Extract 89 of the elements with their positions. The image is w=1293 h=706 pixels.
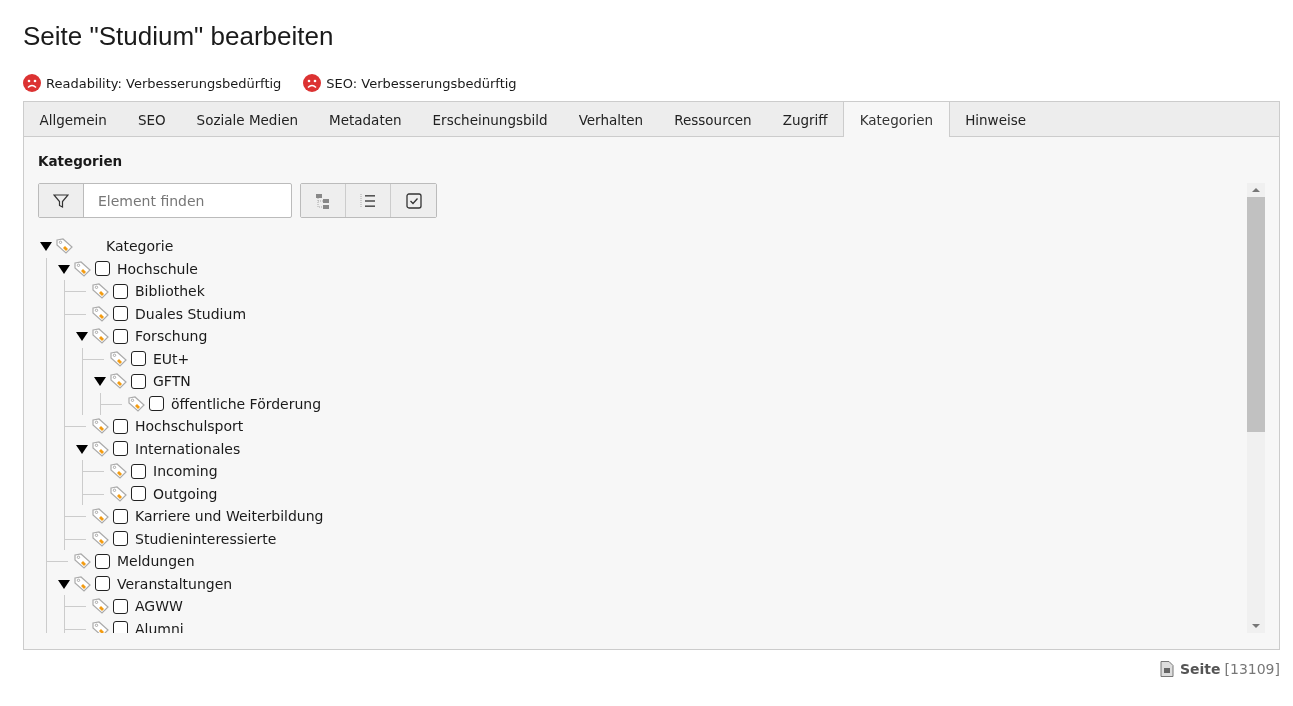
filter-icon — [53, 192, 69, 209]
tag-icon — [110, 485, 128, 502]
tag-icon — [74, 553, 92, 570]
tag-icon — [92, 283, 110, 300]
tree-item-label[interactable]: Studieninteressierte — [135, 530, 277, 547]
tag-icon — [92, 418, 110, 435]
checkbox[interactable] — [149, 396, 164, 412]
tab[interactable]: Kategorien — [843, 102, 950, 137]
tree-item-label[interactable]: Incoming — [153, 463, 218, 480]
tab[interactable]: Metadaten — [313, 102, 418, 137]
collapse-toggle[interactable] — [40, 240, 54, 253]
checkbox[interactable] — [113, 306, 128, 322]
collapse-toggle[interactable] — [58, 577, 72, 590]
tree-item-label[interactable]: Meldungen — [117, 553, 195, 570]
page-icon — [1159, 661, 1174, 677]
record-id: [13109] — [1224, 661, 1280, 677]
tab[interactable]: Soziale Medien — [181, 102, 314, 137]
tree-item-label[interactable]: GFTN — [153, 373, 191, 390]
tag-icon — [128, 395, 146, 412]
checkbox[interactable] — [95, 261, 110, 277]
search-box[interactable]: Element finden — [38, 183, 292, 218]
collapse-toggle[interactable] — [76, 330, 90, 343]
list-view-button[interactable] — [346, 184, 391, 217]
score-label: SEO: Verbesserungsbedürftig — [326, 75, 517, 91]
collapse-toggle[interactable] — [58, 262, 72, 275]
tag-icon — [92, 328, 110, 345]
tag-icon — [92, 620, 110, 633]
tag-icon — [110, 350, 128, 367]
checkbox-view-button[interactable] — [391, 184, 436, 217]
checkbox-icon — [404, 191, 423, 210]
checkbox[interactable] — [131, 351, 146, 367]
checkbox[interactable] — [113, 441, 128, 457]
checkbox[interactable] — [113, 508, 128, 524]
tab[interactable]: Erscheinungsbild — [417, 102, 564, 137]
tree-item-label[interactable]: Hochschule — [117, 260, 198, 277]
tab[interactable]: Ressourcen — [658, 102, 768, 137]
tree-view-button[interactable] — [301, 184, 346, 217]
tree-item-label[interactable]: Karriere und Weiterbildung — [135, 508, 324, 525]
tree-item-label[interactable]: Outgoing — [153, 485, 218, 502]
score-label: Readability: Verbesserungsbedürftig — [46, 75, 282, 91]
checkbox[interactable] — [113, 418, 128, 434]
scrollbar-thumb[interactable] — [1247, 197, 1265, 432]
tree-item-label[interactable]: Veranstaltungen — [117, 575, 233, 592]
tag-icon — [110, 373, 128, 390]
checkbox[interactable] — [113, 598, 128, 614]
checkbox[interactable] — [131, 463, 146, 479]
checkbox[interactable] — [113, 283, 128, 299]
tree-item-label[interactable]: Kategorie — [106, 238, 174, 255]
tag-icon — [56, 238, 74, 255]
tree-item-label[interactable]: EUt+ — [153, 350, 190, 367]
tree-item-label[interactable]: Internationales — [135, 440, 241, 457]
tree-item-label[interactable]: Forschung — [135, 328, 208, 345]
scroll-down-icon[interactable] — [1252, 623, 1260, 629]
tab[interactable]: Hinweise — [949, 102, 1042, 137]
tag-icon — [92, 530, 110, 547]
page-title: Seite "Studium" bearbeiten — [23, 20, 335, 53]
tab[interactable]: SEO — [122, 102, 182, 137]
tag-icon — [92, 305, 110, 322]
tag-icon — [92, 508, 110, 525]
tag-icon — [74, 575, 92, 592]
scroll-up-icon[interactable] — [1252, 187, 1260, 193]
tag-icon — [110, 463, 128, 480]
tree-item-label[interactable]: AGWW — [135, 598, 183, 615]
list-icon — [359, 191, 377, 210]
tab[interactable]: Zugriff — [767, 102, 844, 137]
search-field[interactable]: Element finden — [84, 184, 291, 217]
checkbox[interactable] — [95, 553, 110, 569]
tab[interactable]: Allgemein — [24, 102, 123, 137]
collapse-toggle[interactable] — [94, 375, 108, 388]
checkbox[interactable] — [113, 328, 128, 344]
tag-icon — [74, 260, 92, 277]
checkbox[interactable] — [95, 576, 110, 592]
tree-item-label[interactable]: Bibliothek — [135, 283, 205, 300]
record-type: Seite — [1179, 661, 1221, 677]
tree-item-label[interactable]: Hochschulsport — [135, 418, 244, 435]
tag-icon — [92, 598, 110, 615]
tree-item-label[interactable]: Duales Studium — [135, 305, 246, 322]
checkbox[interactable] — [113, 531, 128, 547]
tag-icon — [92, 440, 110, 457]
collapse-toggle[interactable] — [76, 442, 90, 455]
tab[interactable]: Verhalten — [563, 102, 659, 137]
checkbox[interactable] — [131, 373, 146, 389]
folder-tree-icon — [314, 191, 332, 210]
tree-item-label[interactable]: öffentliche Förderung — [171, 395, 322, 412]
scrollbar[interactable] — [1247, 183, 1265, 633]
checkbox[interactable] — [113, 621, 128, 633]
section-title: Kategorien — [38, 153, 124, 169]
checkbox[interactable] — [131, 486, 146, 502]
filter-button[interactable] — [39, 184, 84, 217]
